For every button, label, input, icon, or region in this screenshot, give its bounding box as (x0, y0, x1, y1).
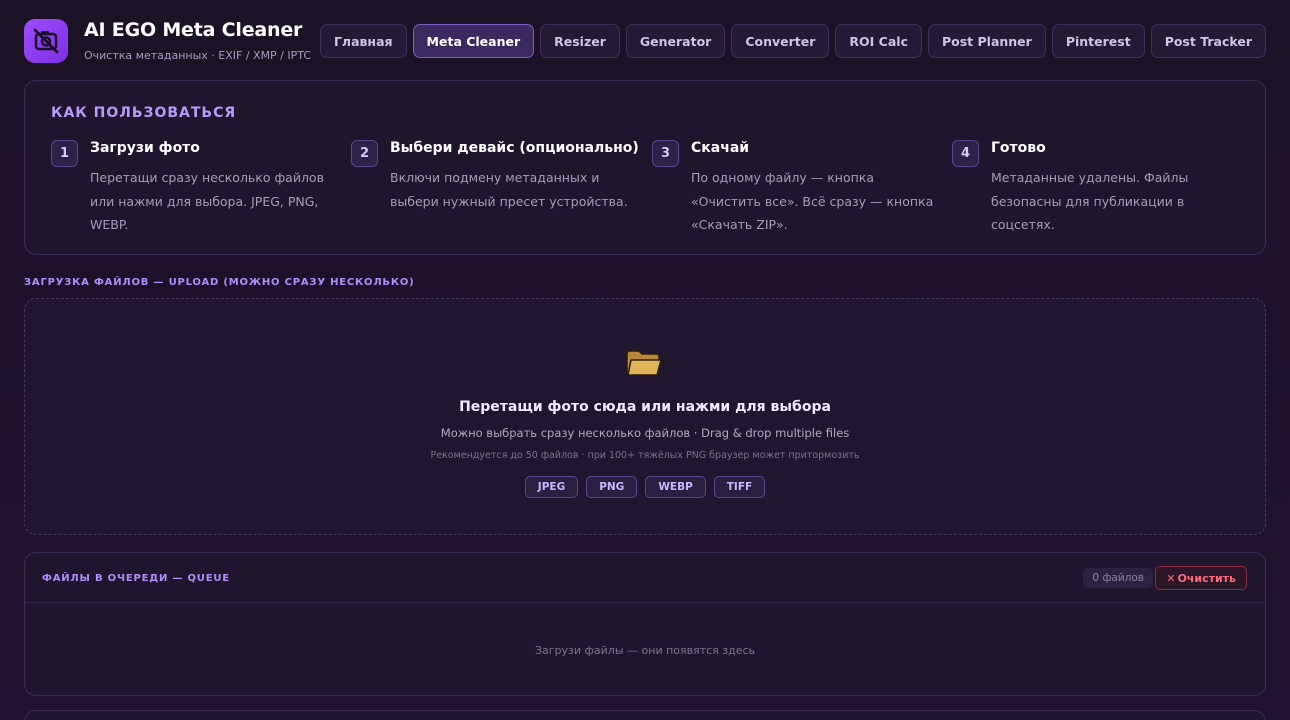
format-badges: JPEG PNG WEBP TIFF (25, 476, 1265, 498)
how-to-title: КАК ПОЛЬЗОВАТЬСЯ (51, 105, 237, 121)
clear-queue-button[interactable]: ✕ Очистить (1155, 566, 1247, 590)
dropzone-subtitle: Можно выбрать сразу несколько файлов · D… (440, 426, 850, 440)
step-title: Выбери девайс (опционально) (390, 140, 639, 156)
close-icon: ✕ (1166, 571, 1176, 585)
step-title: Загрузи фото (90, 140, 200, 156)
format-badge-webp: WEBP (645, 476, 706, 498)
step-number: 1 (51, 140, 78, 167)
file-dropzone[interactable]: Перетащи фото сюда или нажми для выбора … (24, 298, 1266, 535)
queue-card: ФАЙЛЫ В ОЧЕРЕДИ — QUEUE 0 файлов ✕ Очист… (24, 552, 1266, 696)
app-title: AI EGO Meta Cleaner (84, 19, 303, 41)
step-description: По одному файлу — кнопка «Очистить все».… (691, 170, 934, 232)
step-description: Метаданные удалены. Файлы безопасны для … (991, 170, 1189, 232)
step-number: 2 (351, 140, 378, 167)
step-description: Включи подмену метаданных и выбери нужны… (390, 170, 628, 209)
dropzone-title: Перетащи фото сюда или нажми для выбора (459, 399, 831, 415)
format-badge-png: PNG (586, 476, 638, 498)
step-title: Готово (991, 140, 1046, 156)
how-to-card: КАК ПОЛЬЗОВАТЬСЯ 1 Загрузи фото Перетащи… (24, 80, 1266, 255)
nav-post-planner[interactable]: Post Planner (927, 24, 1046, 58)
app-logo (24, 19, 68, 63)
queue-label: ФАЙЛЫ В ОЧЕРЕДИ — QUEUE (42, 573, 230, 584)
folder-icon (626, 350, 662, 376)
clear-button-label: Очистить (1177, 571, 1236, 585)
nav-roi-calc[interactable]: ROI Calc (835, 24, 922, 58)
format-badge-tiff: TIFF (713, 476, 766, 498)
nav-meta-cleaner[interactable]: Meta Cleaner (412, 24, 535, 58)
top-nav: Главная Meta Cleaner Resizer Generator C… (319, 24, 1266, 58)
app-subtitle: Очистка метаданных · EXIF / XMP / IPTC (84, 49, 312, 62)
dropzone-note: Рекомендуется до 50 файлов · при 100+ тя… (430, 450, 860, 461)
nav-generator[interactable]: Generator (625, 24, 726, 58)
queue-empty-state: Загрузи файлы — они появятся здесь (534, 644, 756, 657)
step-description: Перетащи сразу несколько файлов или нажм… (90, 170, 324, 232)
step-title: Скачай (691, 140, 750, 156)
nav-resizer[interactable]: Resizer (540, 24, 620, 58)
app-header: AI EGO Meta Cleaner Очистка метаданных ·… (24, 16, 1266, 66)
step-number: 4 (952, 140, 979, 167)
file-count-badge: 0 файлов (1083, 568, 1153, 588)
next-section-card (24, 710, 1266, 720)
queue-header: ФАЙЛЫ В ОЧЕРЕДИ — QUEUE 0 файлов ✕ Очист… (25, 553, 1265, 603)
nav-home[interactable]: Главная (319, 24, 407, 58)
nav-converter[interactable]: Converter (731, 24, 830, 58)
nav-pinterest[interactable]: Pinterest (1051, 24, 1145, 58)
step-number: 3 (652, 140, 679, 167)
camera-off-icon (33, 28, 59, 54)
nav-post-tracker[interactable]: Post Tracker (1150, 24, 1266, 58)
upload-section-label: ЗАГРУЗКА ФАЙЛОВ — UPLOAD (МОЖНО СРАЗУ НЕ… (24, 277, 415, 288)
format-badge-jpeg: JPEG (524, 476, 579, 498)
